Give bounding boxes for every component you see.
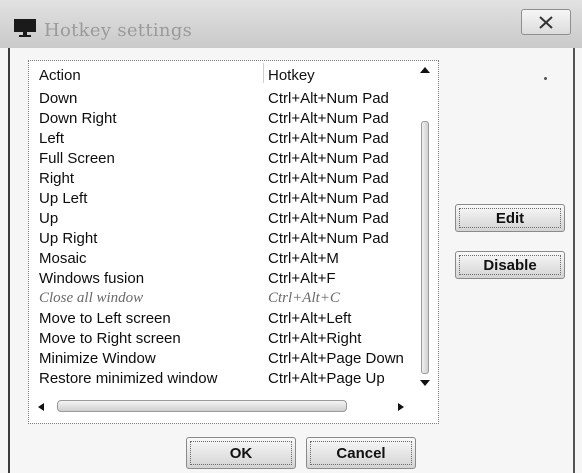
row-hotkey: Ctrl+Alt+C (268, 290, 340, 306)
column-header-action[interactable]: Action (39, 67, 81, 84)
disable-button[interactable]: Disable (455, 251, 565, 279)
hotkey-list[interactable]: Action Hotkey Down Ctrl+Alt+Num Pad Down R… (28, 60, 439, 424)
vertical-scrollbar[interactable] (415, 63, 435, 393)
disable-button-label: Disable (483, 257, 537, 274)
table-row[interactable]: Move to Left screen Ctrl+Alt+Left (39, 309, 419, 329)
row-action: Down (39, 90, 78, 107)
monitor-icon (14, 19, 36, 37)
column-header-hotkey[interactable]: Hotkey (268, 67, 315, 84)
row-hotkey: Ctrl+Alt+Num Pad (268, 130, 389, 147)
row-hotkey: Ctrl+Alt+Num Pad (268, 90, 389, 107)
row-action: Up (39, 210, 59, 227)
row-action: Windows fusion (39, 270, 145, 287)
table-row[interactable]: Close all window Ctrl+Alt+C (39, 289, 419, 309)
row-action: Close all window (39, 290, 144, 306)
ok-button[interactable]: OK (186, 437, 296, 469)
vertical-scroll-thumb[interactable] (421, 121, 429, 374)
row-action: Restore minimized window (39, 370, 218, 387)
close-button[interactable] (521, 9, 571, 35)
table-row[interactable]: Windows fusion Ctrl+Alt+F (39, 269, 419, 289)
row-action: Full Screen (39, 150, 115, 167)
table-row[interactable]: Full Screen Ctrl+Alt+Num Pad (39, 149, 419, 169)
table-row[interactable]: Mosaic Ctrl+Alt+M (39, 249, 419, 269)
dialog-left-border (8, 48, 10, 473)
arrow-up-icon[interactable] (419, 66, 431, 74)
title-bar[interactable]: Hotkey settings (0, 0, 582, 48)
row-hotkey: Ctrl+Alt+M (268, 250, 339, 267)
row-action: Down Right (39, 110, 117, 127)
row-hotkey: Ctrl+Alt+Num Pad (268, 110, 389, 127)
row-hotkey: Ctrl+Alt+Num Pad (268, 150, 389, 167)
row-hotkey: Ctrl+Alt+Num Pad (268, 230, 389, 247)
table-row[interactable]: Move to Right screen Ctrl+Alt+Right (39, 329, 419, 349)
row-hotkey: Ctrl+Alt+Num Pad (268, 170, 389, 187)
row-hotkey: Ctrl+Alt+Num Pad (268, 210, 389, 227)
row-hotkey: Ctrl+Alt+Right (268, 330, 362, 347)
table-row[interactable]: Up Left Ctrl+Alt+Num Pad (39, 189, 419, 209)
close-icon (539, 16, 553, 29)
row-action: Up Right (39, 230, 98, 247)
row-action: Right (39, 170, 75, 187)
row-hotkey: Ctrl+Alt+Left (268, 310, 352, 327)
horizontal-scrollbar[interactable] (35, 397, 413, 417)
hotkey-settings-dialog: Hotkey settings Action Hotkey Down Ctrl+A… (0, 0, 582, 473)
table-row[interactable]: Down Right Ctrl+Alt+Num Pad (39, 109, 419, 129)
row-action: Minimize Window (39, 350, 156, 367)
arrow-down-icon[interactable] (419, 379, 431, 387)
row-hotkey: Ctrl+Alt+F (268, 270, 336, 287)
decorative-dot (544, 77, 547, 80)
row-action: Left (39, 130, 65, 147)
column-separator[interactable] (263, 63, 264, 83)
window-title: Hotkey settings (44, 20, 193, 41)
row-action: Move to Right screen (39, 330, 181, 347)
table-row[interactable]: Right Ctrl+Alt+Num Pad (39, 169, 419, 189)
table-row[interactable]: Up Right Ctrl+Alt+Num Pad (39, 229, 419, 249)
table-row[interactable]: Minimize Window Ctrl+Alt+Page Down (39, 349, 419, 369)
arrow-left-icon[interactable] (37, 402, 45, 412)
cancel-button[interactable]: Cancel (306, 437, 416, 469)
cancel-button-label: Cancel (336, 445, 386, 462)
edit-button-label: Edit (495, 210, 525, 227)
row-hotkey: Ctrl+Alt+Num Pad (268, 190, 389, 207)
row-hotkey: Ctrl+Alt+Page Up (268, 370, 385, 387)
dialog-right-border (573, 48, 575, 473)
table-row[interactable]: Down Ctrl+Alt+Num Pad (39, 89, 419, 109)
ok-button-label: OK (229, 445, 253, 462)
row-action: Mosaic (39, 250, 87, 267)
horizontal-scroll-thumb[interactable] (57, 400, 347, 412)
arrow-right-icon[interactable] (397, 402, 405, 412)
row-hotkey: Ctrl+Alt+Page Down (268, 350, 404, 367)
row-action: Move to Left screen (39, 310, 171, 327)
row-action: Up Left (39, 190, 88, 207)
table-row[interactable]: Left Ctrl+Alt+Num Pad (39, 129, 419, 149)
table-row[interactable]: Up Ctrl+Alt+Num Pad (39, 209, 419, 229)
edit-button[interactable]: Edit (455, 204, 565, 232)
table-row[interactable]: Restore minimized window Ctrl+Alt+Page Up (39, 369, 419, 389)
